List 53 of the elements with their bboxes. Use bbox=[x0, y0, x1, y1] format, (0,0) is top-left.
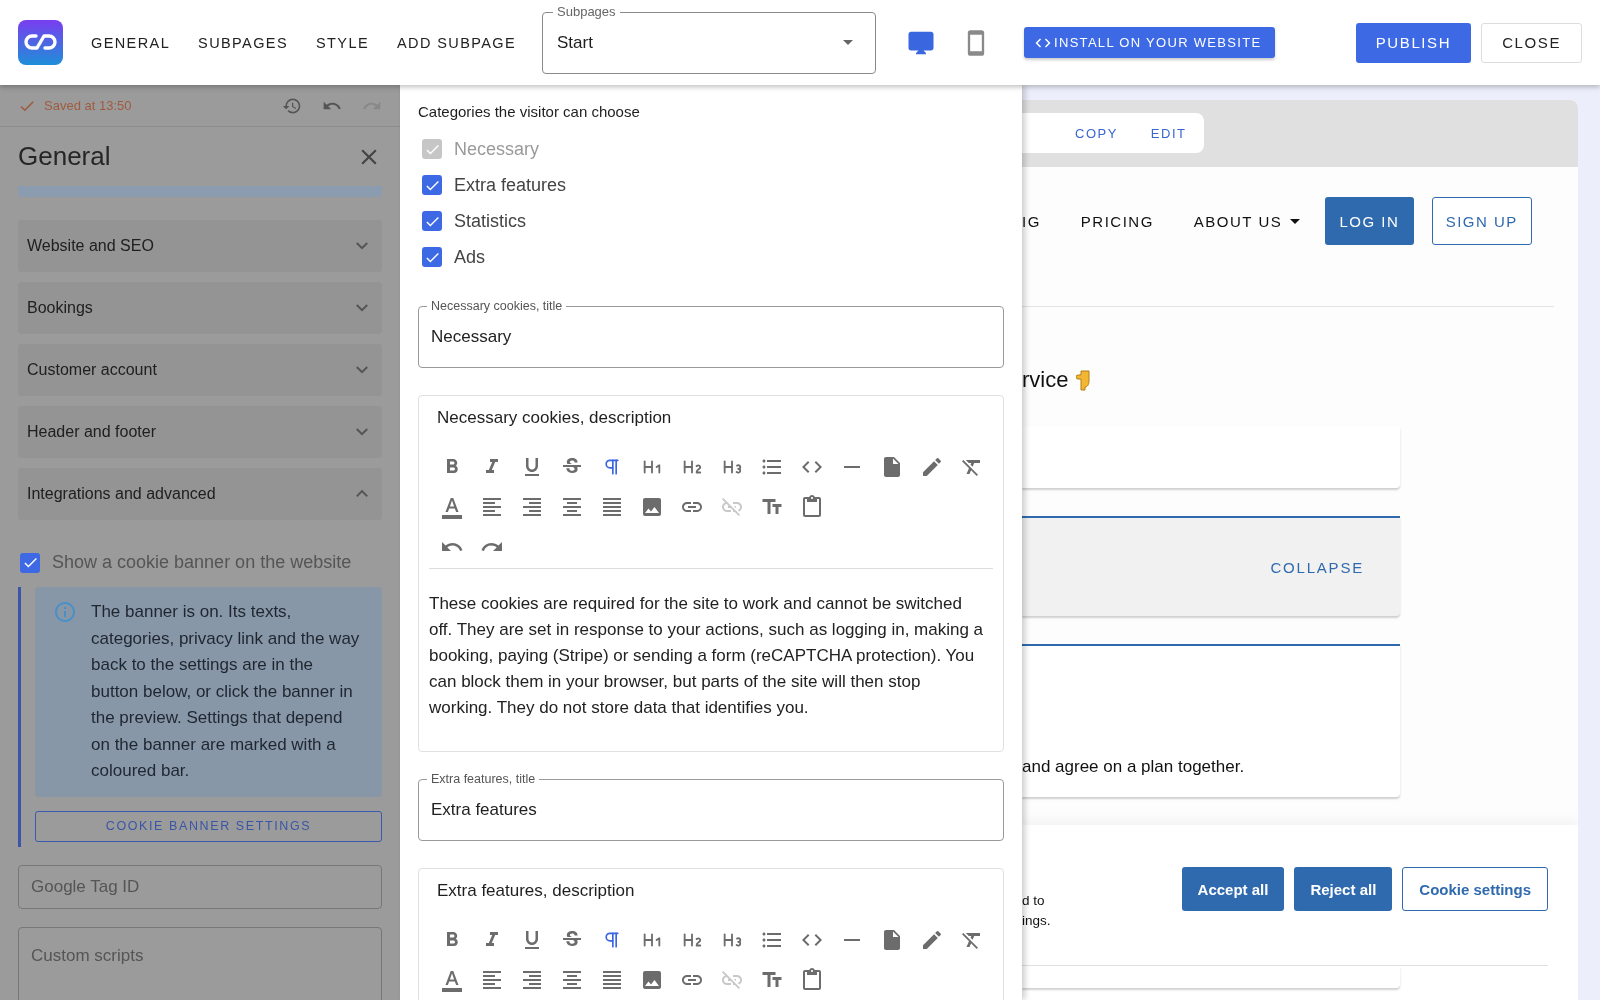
dropdown-icon bbox=[843, 40, 854, 45]
site-nav-link[interactable]: ABOUT US bbox=[1193, 197, 1301, 245]
accordion-header[interactable]: Customer account bbox=[18, 344, 382, 396]
caret-icon bbox=[1290, 218, 1301, 224]
accordion-header[interactable]: Header and footer bbox=[18, 406, 382, 458]
accordion-header[interactable]: Integrations and advanced bbox=[18, 468, 382, 520]
checkbox[interactable] bbox=[422, 247, 442, 267]
banner-button[interactable]: Reject all bbox=[1294, 867, 1393, 911]
section-heading: rvice bbox=[1022, 367, 1069, 393]
checkbox-label: Extra features bbox=[454, 174, 567, 196]
info-text: The banner is on. Its texts, categories, privacy link and the way back to the settings are in the button below, or click the banner in the preview. Settings that depend on the banner are marked with a coloured bar. bbox=[91, 601, 361, 782]
checkbox[interactable] bbox=[20, 552, 40, 573]
field-label: Extra features, title bbox=[427, 771, 540, 787]
textarea-field[interactable]: Custom scripts bbox=[18, 926, 382, 1000]
checkbox-label: Necessary bbox=[454, 138, 540, 160]
install-button[interactable]: INSTALL ON YOUR WEBSITE bbox=[1024, 27, 1276, 58]
checkbox-label: Ads bbox=[454, 246, 486, 268]
checkbox[interactable] bbox=[422, 175, 442, 195]
panel-title: General bbox=[18, 141, 111, 172]
action-link[interactable]: COPY bbox=[1075, 125, 1118, 141]
site-nav-link[interactable]: IG bbox=[1022, 197, 1041, 245]
banner-button[interactable]: Cookie settings bbox=[1402, 867, 1548, 911]
action-link[interactable]: EDIT bbox=[1150, 125, 1187, 141]
nav-tab[interactable]: STYLE bbox=[316, 34, 369, 51]
accordion-header[interactable]: Bookings bbox=[18, 282, 382, 334]
input-field[interactable]: Google Tag ID bbox=[18, 864, 382, 909]
signup-button[interactable]: SIGN UP bbox=[1431, 197, 1532, 245]
banner-text: d to ings. bbox=[1022, 892, 1052, 930]
rich-text-editor[interactable]: Extra features, description bbox=[418, 868, 1004, 1000]
nav-tab[interactable]: ADD SUBPAGE bbox=[396, 34, 517, 51]
info-icon bbox=[53, 600, 77, 624]
save-status: Saved at 13:50 bbox=[44, 98, 133, 113]
rich-text-editor[interactable] bbox=[418, 395, 1004, 752]
card-text: and agree on a plan together. bbox=[1022, 757, 1245, 777]
editor-text: These cookies are required for the site to work and cannot be switched off. They are set in response to your actions, such as logging in, making a booking, paying (Stripe) or sending a form (reCAPTCHA protection). You can block them in your browser, but parts of the site will then stop working. They do not store data that identifies you. bbox=[429, 593, 985, 719]
field-label: Necessary cookies, title bbox=[427, 298, 567, 314]
nav-tab[interactable]: SUBPAGES bbox=[198, 34, 288, 51]
banner-button[interactable]: Accept all bbox=[1181, 867, 1285, 911]
checkbox[interactable] bbox=[422, 211, 442, 231]
logo-icon[interactable] bbox=[18, 20, 63, 65]
close-button[interactable]: CLOSE bbox=[1481, 22, 1582, 63]
checkbox-label: Show a cookie banner on the website bbox=[52, 552, 352, 573]
publish-button[interactable]: PUBLISH bbox=[1355, 22, 1472, 63]
editor-title: Necessary cookies, description bbox=[436, 408, 673, 428]
section-title: Categories the visitor can choose bbox=[418, 103, 641, 120]
editor-title: Extra features, description bbox=[436, 881, 636, 901]
site-nav-link[interactable]: PRICING bbox=[1080, 197, 1154, 245]
login-button[interactable]: LOG IN bbox=[1325, 197, 1414, 245]
accordion-header[interactable]: Website and SEO bbox=[18, 220, 382, 272]
collapse-button[interactable]: COLLAPSE bbox=[1270, 558, 1364, 576]
pointing-hand-icon bbox=[1076, 369, 1093, 391]
nav-tab[interactable]: GENERAL bbox=[91, 34, 171, 51]
checkbox-label: Statistics bbox=[454, 210, 527, 232]
